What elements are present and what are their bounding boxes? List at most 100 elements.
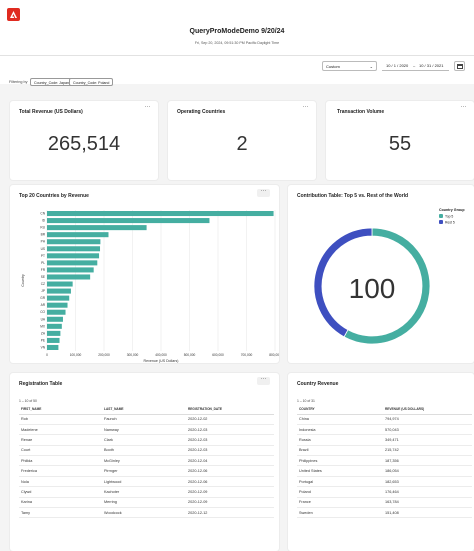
table-cell: 2020-12-09: [186, 486, 274, 498]
kpi-title: Total Revenue (US Dollars): [19, 109, 83, 115]
table-cell: Poland: [297, 486, 383, 498]
table-row[interactable]: Poland 176,464: [297, 486, 472, 498]
table-cell: 2020-12-12: [186, 507, 274, 519]
table-cell: Renae: [19, 434, 102, 446]
filter-chip-japan[interactable]: Country_Code: Japan: [30, 78, 73, 86]
table-title: Country Revenue: [297, 381, 339, 387]
table-row[interactable]: Madelene Namway 2020-12-03: [19, 424, 274, 436]
bar[interactable]: [47, 260, 98, 266]
x-axis-title: Revenue (US Dollars): [144, 359, 179, 363]
top-countries-chart-card: Top 20 Countries by Revenue ··· CN ID RU BR…: [10, 185, 279, 363]
column-header-country[interactable]: COUNTRY: [297, 405, 383, 415]
x-tick-label: 400,000: [155, 353, 167, 357]
x-tick-label: 200,000: [98, 353, 110, 357]
y-tick-label: VN: [41, 345, 46, 349]
x-tick-label: 600,000: [212, 353, 224, 357]
table-cell: 794,974: [383, 414, 472, 425]
table-cell: 2020-12-06: [186, 465, 274, 477]
y-tick-label: PL: [41, 261, 45, 265]
table-row[interactable]: Court Booth 2020-12-03: [19, 445, 274, 457]
table-cell: 187,356: [383, 455, 472, 467]
table-cell: 2020-12-06: [186, 476, 274, 488]
bar[interactable]: [47, 211, 274, 217]
table-cell: Sweden: [297, 507, 383, 519]
table-row[interactable]: Clywd Kachoter 2020-12-09: [19, 486, 274, 498]
bar[interactable]: [47, 330, 61, 336]
column-header-last-name[interactable]: LAST_NAME: [102, 405, 186, 415]
bar[interactable]: [47, 239, 101, 245]
table-cell: 2020-12-03: [186, 424, 274, 436]
table-row[interactable]: Brazil 215,742: [297, 445, 472, 457]
table-row[interactable]: Philida McGinley 2020-12-04: [19, 455, 274, 467]
country-revenue-table: COUNTRY REVENUE (US DOLLARS) China 794,97…: [297, 405, 472, 519]
chevron-down-icon: ⌄: [369, 64, 373, 69]
table-cell: 2020-12-04: [186, 455, 274, 467]
kpi-title: Operating Countries: [177, 109, 226, 115]
bar[interactable]: [47, 288, 71, 294]
table-row[interactable]: France 163,784: [297, 497, 472, 509]
bar[interactable]: [47, 295, 70, 301]
table-row[interactable]: Rob Faunch 2020-12-02: [19, 414, 274, 425]
bar[interactable]: [47, 218, 210, 224]
bar[interactable]: [47, 281, 73, 287]
date-range-type-select[interactable]: Custom ⌄: [322, 61, 377, 71]
column-header-revenue[interactable]: REVENUE (US DOLLARS): [383, 405, 472, 415]
end-date[interactable]: 10 / 31 / 2021: [419, 63, 443, 68]
table-row[interactable]: Sweden 151,408: [297, 507, 472, 519]
column-header-first-name[interactable]: FIRST_NAME: [19, 405, 102, 415]
bar[interactable]: [47, 309, 66, 315]
bar[interactable]: [47, 225, 147, 231]
column-header-registration-date[interactable]: REGISTRATION_DATE: [186, 405, 274, 415]
table-row[interactable]: Indonesia 570,043: [297, 424, 472, 436]
table-cell: Merring: [102, 497, 186, 509]
y-tick-label: FR: [41, 268, 46, 272]
table-cell: Madelene: [19, 424, 102, 436]
bar[interactable]: [47, 274, 91, 280]
registration-table: FIRST_NAME LAST_NAME REGISTRATION_DATE R…: [19, 405, 274, 519]
calendar-button[interactable]: [454, 61, 465, 71]
table-row[interactable]: Karina Merring 2020-12-09: [19, 497, 274, 509]
table-row[interactable]: Philippines 187,356: [297, 455, 472, 467]
date-range-field[interactable]: 10 / 1 / 2020 – 10 / 31 / 2021: [382, 61, 449, 71]
bar[interactable]: [47, 253, 100, 259]
filter-chip-poland[interactable]: Country_Code: Poland: [69, 78, 114, 86]
table-cell: Karina: [19, 497, 102, 509]
bar[interactable]: [47, 302, 68, 308]
table-row[interactable]: Frederica Pirrnger 2020-12-06: [19, 465, 274, 477]
more-options-button[interactable]: ···: [257, 376, 270, 385]
table-row[interactable]: China 794,974: [297, 414, 472, 425]
table-row[interactable]: Nola Lightwood 2020-12-06: [19, 476, 274, 488]
bar[interactable]: [47, 267, 94, 273]
table-row[interactable]: Tamy Woodcock 2020-12-12: [19, 507, 274, 519]
adobe-logo-icon: [10, 11, 17, 18]
bar[interactable]: [47, 246, 101, 252]
donut-chart: 100: [313, 227, 431, 345]
bar[interactable]: [47, 232, 109, 238]
table-row[interactable]: Portugal 182,653: [297, 476, 472, 488]
table-cell: Booth: [102, 445, 186, 457]
more-options-button[interactable]: ···: [299, 104, 312, 113]
table-cell: China: [297, 414, 383, 425]
kpi-value: 2: [236, 133, 248, 155]
y-tick-label: PH: [41, 240, 46, 244]
bar[interactable]: [47, 344, 59, 350]
bar[interactable]: [47, 323, 62, 329]
table-row[interactable]: Renae Clark 2020-12-03: [19, 434, 274, 446]
more-options-button[interactable]: ···: [141, 104, 154, 113]
start-date[interactable]: 10 / 1 / 2020: [386, 63, 408, 68]
bar[interactable]: [47, 316, 63, 322]
adobe-logo[interactable]: [7, 8, 20, 21]
bar-chart: CN ID RU BR PH US PT PL FR SE CZ JP GR AR CO UA MX ZA PE VN…: [21, 210, 279, 363]
bar[interactable]: [47, 337, 60, 343]
table-cell: Indonesia: [297, 424, 383, 436]
more-options-button[interactable]: ···: [457, 104, 470, 113]
table-cell: Portugal: [297, 476, 383, 488]
table-cell: Philida: [19, 455, 102, 467]
y-tick-label: CO: [40, 310, 45, 314]
table-header-row: COUNTRY REVENUE (US DOLLARS): [297, 405, 472, 415]
kpi-value: 55: [388, 133, 412, 155]
table-cell: 2020-12-02: [186, 414, 274, 425]
table-row[interactable]: United States 186,054: [297, 465, 472, 477]
y-tick-label: ID: [42, 219, 46, 223]
table-row[interactable]: Russia 349,471: [297, 434, 472, 446]
